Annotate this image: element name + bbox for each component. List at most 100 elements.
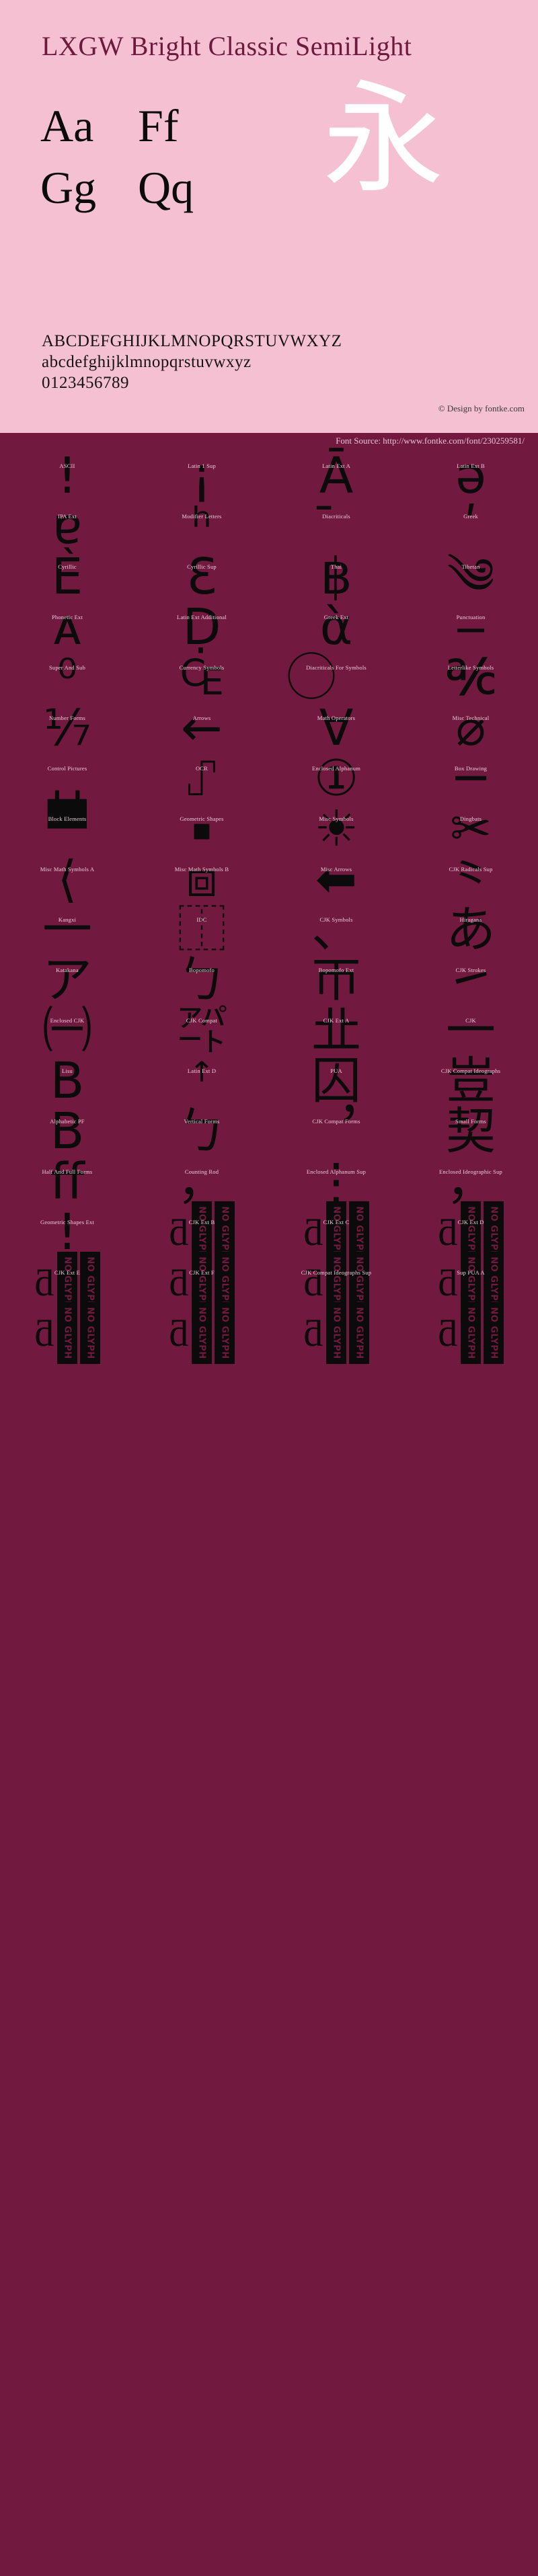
block-name-label: Punctuation [456,614,486,620]
block-name-label: CJK Compat Ideographs [440,1068,501,1074]
block-name-label: Misc Symbols [319,815,354,822]
font-specimen-page: LXGW Bright Classic SemiLight Aa Ff Gg Q… [0,0,538,2576]
block-name-label: Counting Rod [184,1168,219,1175]
block-sample-glyph: ƌ NO GLYPH NO GLYPH [134,1295,269,1371]
fallback-glyph: ƌ [34,1311,54,1355]
no-glyph-label: NO GLYPH [219,1307,229,1359]
block-name-label: Vertical Forms [184,1118,220,1125]
no-glyph-label: NO GLYPH [465,1307,475,1359]
block-name-label: Control Pictures [47,765,87,772]
unicode-block-cell[interactable]: ƌ NO GLYPH NO GLYPH [404,1302,538,1364]
block-name-label: Currency Symbols [179,664,225,671]
sample-letters-row-2: Gg Qq [40,161,235,214]
no-glyph-cluster: ƌ NO GLYPH NO GLYPH [169,1302,235,1364]
sample-glyph-Qq: Qq [138,162,194,213]
block-name-label: CJK [465,1017,476,1024]
block-name-label: CJK Compat Forms [312,1118,360,1125]
block-name-label: Greek [463,513,478,520]
no-glyph-cluster: ƌ NO GLYPH NO GLYPH [304,1302,369,1364]
no-glyph-cluster: ƌ NO GLYPH NO GLYPH [35,1302,100,1364]
sample-glyph-Ff: Ff [138,100,179,151]
no-glyph-box: NO GLYPH [483,1302,504,1364]
block-name-label: CJK Ext F [189,1269,215,1276]
block-name-label: Latin Ext A [322,462,350,469]
block-name-label: Math Operators [317,715,356,721]
block-grid-row-trailing: ƌ NO GLYPH NO GLYPH ƌ NO GLYPH NO GLYPH ƌ NO GL… [0,1302,538,1364]
alphabet-lowercase: abcdefghijklmnopqrstuvwxyz [42,353,252,371]
block-name-label: Latin Ext Additional [177,614,227,620]
block-name-label: Misc Technical [452,715,490,721]
no-glyph-box: NO GLYPH [460,1302,481,1364]
block-name-label: Enclosed CJK [50,1017,85,1024]
block-name-label: Small Forms [455,1118,486,1125]
no-glyph-box: NO GLYPH [214,1302,235,1364]
block-name-label: Bopomofo [189,967,215,973]
specimen-panel: LXGW Bright Classic SemiLight Aa Ff Gg Q… [0,0,538,433]
block-name-label: Geometric Shapes Ext [40,1219,94,1225]
no-glyph-label: NO GLYPH [85,1307,95,1359]
no-glyph-label: NO GLYPH [354,1307,364,1359]
no-glyph-box: NO GLYPH [348,1302,369,1364]
block-name-label: Latin Ext D [187,1068,217,1074]
block-name-label: CJK Ext A [323,1017,350,1024]
block-sample-glyph: ƌ NO GLYPH NO GLYPH [0,1295,134,1371]
unicode-block-cell[interactable]: ƌ NO GLYPH NO GLYPH [269,1302,404,1364]
sample-glyph-Aa: Aa [40,100,94,151]
block-name-label: CJK Radicals Sup [449,866,493,873]
block-name-label: Modifier Letters [182,513,222,520]
block-name-label: CJK Ext B [188,1219,215,1225]
block-name-label: Katakana [56,967,79,973]
block-name-label: Thai [330,563,342,570]
block-name-label: CJK Ext C [323,1219,350,1225]
block-name-label: CJK Compat [186,1017,218,1024]
block-name-label: CJK Compat Ideographs Sup [301,1269,372,1276]
block-name-label: Enclosed Alphanum [311,765,361,772]
block-name-label: Number Forms [48,715,86,721]
sample-letters-row-1: Aa Ff [40,99,235,153]
block-name-label: CJK Strokes [455,967,486,973]
block-name-label: OCR [195,765,208,772]
block-name-label: Box Drawing [454,765,488,772]
block-name-label: PUA [330,1068,342,1074]
block-name-label: Misc Math Symbols A [40,866,95,873]
fallback-glyph: ƌ [303,1311,323,1355]
block-name-label: Phonetic Ext [51,614,83,620]
no-glyph-box: NO GLYPH [325,1302,346,1364]
block-name-label: Letterlike Symbols [447,664,494,671]
block-name-label: Latin Ext B [457,462,485,469]
copyright-notice: © Design by fontke.com [438,403,525,413]
alphabet-block: ABCDEFGHIJKLMNOPQRSTUVWXYZ abcdefghijklm… [42,331,342,393]
block-name-label: Cyrillic Sup [187,563,217,570]
block-name-label: CJK Ext E [54,1269,81,1276]
block-name-label: Misc Arrows [320,866,352,873]
block-name-label: Super And Sub [48,664,86,671]
block-name-label: Kangxi [58,916,77,923]
block-name-label: Dingbats [459,815,482,822]
unicode-block-grid: ! ASCII ¡ Latin 1 Sup Ā Latin Ext Aǝ Latin Ext… [0,450,538,1364]
alphabet-uppercase: ABCDEFGHIJKLMNOPQRSTUVWXYZ [42,332,342,350]
fallback-glyph: ƌ [169,1311,189,1355]
fallback-glyph: ƌ [438,1311,458,1355]
block-name-label: IDC [196,916,207,923]
block-sample-glyph: ƌ NO GLYPH NO GLYPH [404,1295,538,1371]
no-glyph-label: NO GLYPH [488,1307,498,1359]
block-name-label: Diacriticals [322,513,350,520]
unicode-block-cell[interactable]: ƌ NO GLYPH NO GLYPH [134,1302,269,1364]
block-name-label: Hiragana [459,916,482,923]
block-name-label: Enclosed Ideographic Sup [438,1168,503,1175]
block-name-label: Block Elements [48,815,87,822]
block-name-label: Arrows [192,715,211,721]
cjk-watermark-glyph: 永 [323,69,445,210]
block-name-label: Sup PUA A [457,1269,485,1276]
sample-glyph-Gg: Gg [40,162,97,213]
block-name-label: IPA Ext [58,513,77,520]
block-name-label: Enclosed Alphanum Sup [306,1168,367,1175]
block-name-label: Bopomofo Ext [318,967,354,973]
no-glyph-box: NO GLYPH [56,1302,77,1364]
font-title: LXGW Bright Classic SemiLight [42,31,412,61]
unicode-block-cell[interactable]: ƌ NO GLYPH NO GLYPH [0,1302,134,1364]
block-name-label: ASCII [59,462,75,469]
no-glyph-box: NO GLYPH [79,1302,100,1364]
no-glyph-label: NO GLYPH [331,1307,341,1359]
block-name-label: CJK Symbols [319,916,353,923]
